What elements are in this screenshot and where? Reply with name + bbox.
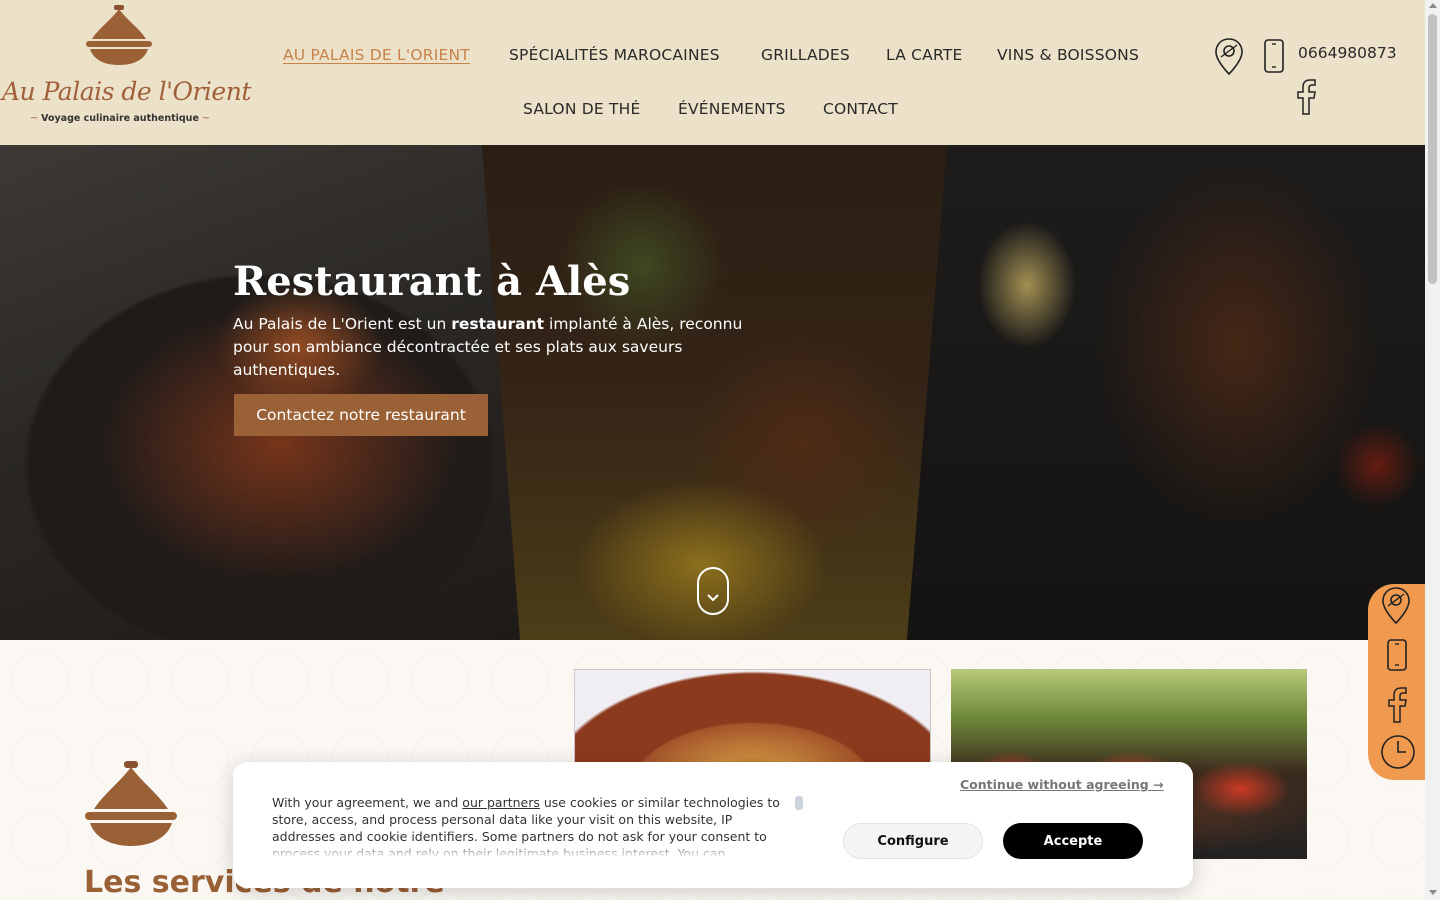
map-pin-icon[interactable] xyxy=(1213,37,1245,77)
our-partners-link[interactable]: our partners xyxy=(462,795,540,810)
accept-button[interactable]: Accepte xyxy=(1003,823,1143,859)
side-contact-tab xyxy=(1368,584,1425,780)
tagine-logo-icon xyxy=(86,5,152,65)
chevron-down-icon xyxy=(707,594,719,602)
cookie-text-scrollbar[interactable] xyxy=(795,796,803,810)
scroll-up-arrow-icon[interactable] xyxy=(1429,3,1437,8)
nav-item-contact[interactable]: CONTACT xyxy=(823,100,898,118)
nav-item-evenements[interactable]: ÉVÉNEMENTS xyxy=(678,100,786,118)
continue-without-agreeing-link[interactable]: Continue without agreeing → xyxy=(960,777,1164,792)
logo-tagline: ~ Voyage culinaire authentique ~ xyxy=(30,113,210,124)
header-phone-number[interactable]: 0664980873 xyxy=(1298,44,1397,62)
nav-item-grillades[interactable]: GRILLADES xyxy=(761,46,850,64)
cookie-consent-dialog: Continue without agreeing → With your ag… xyxy=(233,762,1193,888)
nav-item-la-carte[interactable]: LA CARTE xyxy=(886,46,962,64)
logo-title: Au Palais de l'Orient xyxy=(2,77,251,106)
page-scrollbar[interactable] xyxy=(1425,0,1440,900)
hero-overlay xyxy=(0,145,1425,640)
clock-icon[interactable] xyxy=(1380,734,1416,770)
scroll-down-button[interactable] xyxy=(697,567,729,615)
contact-restaurant-button[interactable]: Contactez notre restaurant xyxy=(234,394,488,436)
cookie-text-fade xyxy=(272,842,812,858)
hero-title: Restaurant à Alès xyxy=(233,258,631,305)
configure-button[interactable]: Configure xyxy=(843,823,983,859)
map-pin-icon[interactable] xyxy=(1380,586,1412,626)
hero-banner: Restaurant à Alès Au Palais de L'Orient … xyxy=(0,145,1425,640)
facebook-icon[interactable] xyxy=(1294,78,1318,116)
tagine-icon xyxy=(85,761,177,846)
site-header: Au Palais de l'Orient ~ Voyage culinaire… xyxy=(0,0,1425,145)
logo[interactable]: Au Palais de l'Orient ~ Voyage culinaire… xyxy=(0,5,251,130)
phone-icon[interactable] xyxy=(1386,638,1408,672)
hero-description: Au Palais de L'Orient est un restaurant … xyxy=(233,315,743,379)
hero-description-bold: restaurant xyxy=(451,315,545,333)
nav-item-specialites[interactable]: SPÉCIALITÉS MAROCAINES xyxy=(509,46,720,64)
facebook-icon[interactable] xyxy=(1385,686,1409,724)
nav-item-au-palais[interactable]: AU PALAIS DE L'ORIENT xyxy=(283,46,470,64)
nav-item-salon-de-the[interactable]: SALON DE THÉ xyxy=(523,100,641,118)
scrollbar-thumb[interactable] xyxy=(1428,14,1437,284)
phone-icon[interactable] xyxy=(1262,38,1286,74)
scroll-down-arrow-icon[interactable] xyxy=(1429,890,1437,895)
nav-item-vins-boissons[interactable]: VINS & BOISSONS xyxy=(997,46,1139,64)
